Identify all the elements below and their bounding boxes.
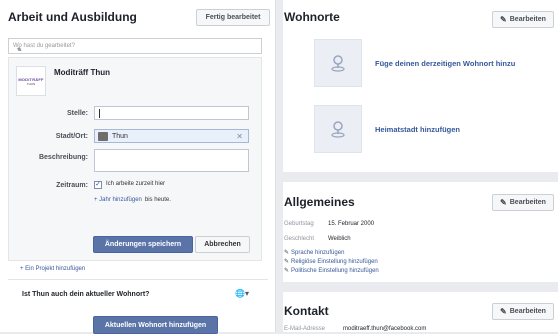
save-changes-button[interactable]: Änderungen speichern <box>93 236 193 253</box>
birthday-value: 15. Februar 2000 <box>328 221 375 227</box>
hometown-placeholder[interactable] <box>314 105 362 153</box>
add-politics-link[interactable]: ✎ Politische Einstellung hinzufügen <box>284 267 379 274</box>
contact-edit-label: Bearbeiten <box>509 308 546 315</box>
add-language-label: Sprache hinzufügen <box>291 250 345 256</box>
add-religion-label: Religiöse Einstellung hinzufügen <box>291 259 378 265</box>
birthday-label: Geburtstag <box>284 221 314 227</box>
cancel-button[interactable]: Abbrechen <box>195 236 250 253</box>
city-label: Stadt/Ort: <box>55 133 88 140</box>
audience-selector-globe[interactable]: 🌐▾ <box>235 289 249 298</box>
add-year-link[interactable]: + Jahr hinzufügen <box>94 197 142 203</box>
logo-text-line2: THUN <box>26 81 36 86</box>
city-value: Thun <box>112 133 128 140</box>
contact-title: Kontakt <box>284 304 329 318</box>
gender-label: Geschlecht <box>284 236 315 242</box>
general-edit-button[interactable]: ✎ Bearbeiten <box>492 194 554 211</box>
gender-value: Weiblich <box>328 236 351 242</box>
add-language-link[interactable]: ✎ Sprache hinzufügen <box>284 249 344 256</box>
pencil-icon: ✎ <box>500 307 507 316</box>
section-gap <box>283 282 558 292</box>
year-row: + Jahr hinzufügen bis heute. <box>94 197 171 203</box>
city-icon <box>98 132 108 141</box>
until-today-text: bis heute. <box>144 197 171 203</box>
globe-icon: 🌐 <box>235 289 245 298</box>
organization-name: Moditräff Thun <box>54 68 110 77</box>
current-city-question: Ist Thun auch dein aktueller Wohnort? <box>22 291 150 298</box>
places-edit-label: Bearbeiten <box>509 16 546 23</box>
work-education-section: Arbeit und Ausbildung Fertig bearbeitet … <box>0 0 276 334</box>
email-value: moditraeff.thun@facebook.com <box>343 326 427 332</box>
pencil-icon: ✎ <box>284 259 290 265</box>
pencil-icon: ✎ <box>284 250 290 256</box>
position-label: Stelle: <box>66 110 88 117</box>
pencil-icon: ✎ <box>500 198 507 207</box>
description-textarea[interactable] <box>94 149 249 172</box>
period-label: Zeitraum: <box>56 182 88 189</box>
add-hometown-link[interactable]: Heimatstadt hinzufügen <box>375 125 460 134</box>
add-religion-link[interactable]: ✎ Religiöse Einstellung hinzufügen <box>284 258 378 265</box>
contact-edit-button[interactable]: ✎ Bearbeiten <box>492 303 554 320</box>
current-job-label: Ich arbeite zurzeit hier <box>106 181 166 187</box>
divider <box>8 279 268 280</box>
chevron-down-icon: ▾ <box>17 47 21 53</box>
position-input[interactable] <box>94 106 249 120</box>
general-edit-label: Bearbeiten <box>509 199 546 206</box>
add-current-city-button[interactable]: Aktuellen Wohnort hinzufügen <box>93 316 218 334</box>
places-edit-button[interactable]: ✎ Bearbeiten <box>492 11 554 28</box>
add-politics-label: Politische Einstellung hinzufügen <box>291 268 379 274</box>
city-input[interactable]: Thun ✕ <box>94 129 249 143</box>
pencil-icon: ✎ <box>284 268 290 274</box>
clear-city-icon[interactable]: ✕ <box>236 132 243 141</box>
profile-info-column: Wohnorte ✎ Bearbeiten Füge deinen derzeit… <box>283 0 558 332</box>
places-title: Wohnorte <box>284 10 340 24</box>
workplace-edit-panel: MODITRÄFF THUN Moditräff Thun Stelle: St… <box>8 57 262 261</box>
text-cursor <box>99 109 100 118</box>
add-project-link[interactable]: + Ein Projekt hinzufügen <box>20 266 85 272</box>
email-label: E-Mail-Adresse <box>284 326 326 332</box>
description-label: Beschreibung: <box>38 154 88 161</box>
done-editing-button[interactable]: Fertig bearbeitet <box>196 9 270 26</box>
current-city-placeholder[interactable] <box>314 39 362 87</box>
chevron-down-icon: ▾ <box>244 289 249 298</box>
section-gap <box>283 172 558 182</box>
current-job-checkbox[interactable]: ✓ <box>94 181 102 189</box>
map-pin-icon <box>331 121 345 138</box>
pencil-icon: ✎ <box>500 15 507 24</box>
work-education-title: Arbeit und Ausbildung <box>8 10 137 24</box>
add-current-city-link[interactable]: Füge deinen derzeitigen Wohnort hinzu <box>375 59 515 68</box>
map-pin-icon <box>331 55 345 72</box>
general-title: Allgemeines <box>284 195 355 209</box>
workplace-search-input[interactable]: Wo hast du gearbeitet? ♞ ▾ <box>8 38 262 54</box>
organization-logo: MODITRÄFF THUN <box>16 66 46 96</box>
